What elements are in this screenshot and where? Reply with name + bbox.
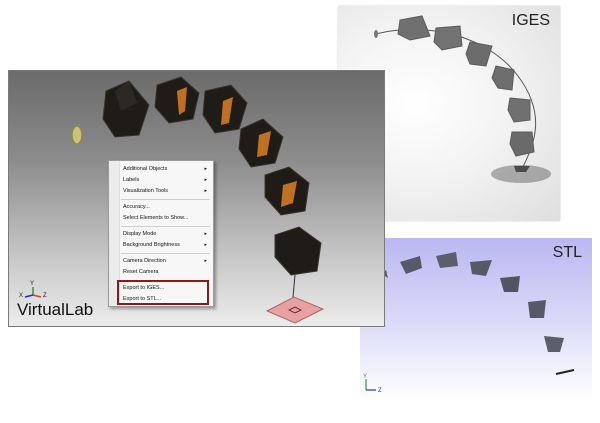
submenu-arrow-icon: ▸ xyxy=(204,188,207,194)
menu-item-display-mode[interactable]: Display Mode ▸ xyxy=(123,229,209,240)
prism-6 xyxy=(274,226,322,276)
prism-4 xyxy=(238,118,284,168)
stl-prism-1 xyxy=(400,256,422,274)
prism-1 xyxy=(102,80,150,138)
light-source xyxy=(71,125,83,145)
export-highlight-box xyxy=(117,280,209,305)
iges-prism-4 xyxy=(491,65,515,91)
stl-prism-2 xyxy=(436,252,458,268)
menu-item-background-brightness[interactable]: Background Brightness ▸ xyxy=(123,240,209,251)
detector-plane xyxy=(265,296,325,324)
prism-5 xyxy=(264,166,310,216)
stl-axis-z: Z xyxy=(378,388,382,394)
submenu-arrow-icon: ▸ xyxy=(204,231,207,237)
iges-source xyxy=(374,30,378,38)
iges-prism-2 xyxy=(433,25,463,51)
vl-axis-z: Z xyxy=(43,293,47,299)
submenu-arrow-icon: ▸ xyxy=(204,166,207,172)
vl-axis-y: Y xyxy=(30,281,34,287)
virtuallab-label: VirtualLab xyxy=(17,300,94,319)
menu-item-camera-direction[interactable]: Camera Direction ▸ xyxy=(123,256,209,267)
vl-axis-x: X xyxy=(19,293,23,299)
submenu-arrow-icon: ▸ xyxy=(204,177,207,183)
menu-item-visualization-tools[interactable]: Visualization Tools ▸ xyxy=(123,186,209,197)
iges-prism-3 xyxy=(465,41,493,67)
menu-item-additional-objects[interactable]: Additional Objects ▸ xyxy=(123,164,209,175)
iges-prism-1 xyxy=(397,15,431,41)
prism-3 xyxy=(202,84,248,134)
stl-axes-icon: Y Z xyxy=(363,374,382,394)
stl-axis-y: Y xyxy=(363,374,367,380)
menu-separator xyxy=(121,253,210,254)
stl-prism-3 xyxy=(470,260,492,276)
menu-separator xyxy=(121,199,210,200)
stl-scene: Y Z xyxy=(363,252,575,394)
stl-prism-4 xyxy=(500,276,520,292)
menu-item-select-elements[interactable]: Select Elements to Show... xyxy=(123,213,209,224)
stl-prism-5 xyxy=(528,300,546,318)
menu-item-reset-camera[interactable]: Reset Camera xyxy=(123,267,209,278)
menu-item-labels[interactable]: Labels ▸ xyxy=(123,175,209,186)
submenu-arrow-icon: ▸ xyxy=(204,258,207,264)
menu-item-accuracy[interactable]: Accuracy... xyxy=(123,202,209,213)
stl-view: Y Z STL xyxy=(360,238,592,401)
stl-view-title: STL xyxy=(552,244,582,261)
stl-prism-6 xyxy=(544,336,564,352)
beam-line xyxy=(292,274,296,298)
menu-separator xyxy=(121,226,210,227)
iges-prism-5 xyxy=(507,97,531,123)
prism-2 xyxy=(154,76,200,124)
vl-axes-icon: Y X Z xyxy=(19,281,47,299)
stl-detector xyxy=(555,369,575,375)
submenu-arrow-icon: ▸ xyxy=(204,242,207,248)
iges-prism-6 xyxy=(509,131,535,157)
iges-view-title: IGES xyxy=(511,12,550,29)
